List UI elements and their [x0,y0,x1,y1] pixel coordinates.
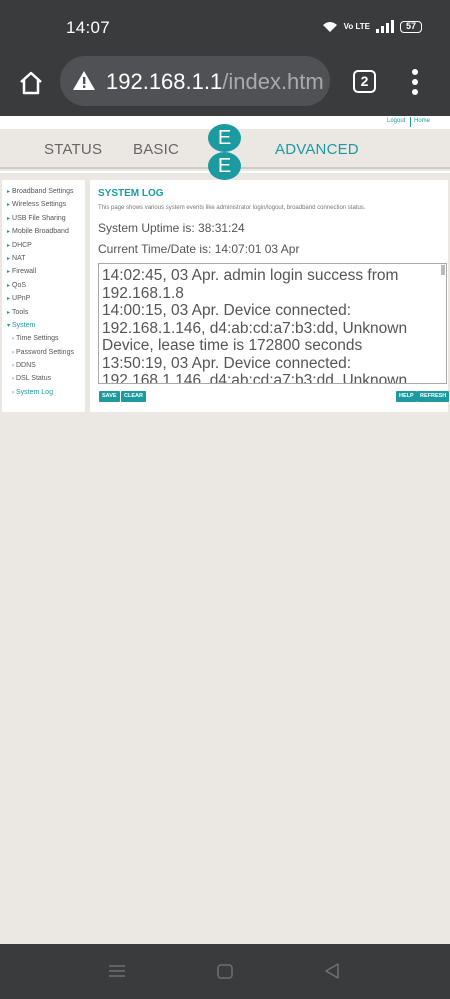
help-button[interactable]: HELP [396,391,417,402]
bullet-icon: ▸ [7,282,11,289]
sidebar-item-usb-file-sharing[interactable]: ▸ USB File Sharing [2,212,85,225]
sidebar-item-mobile-broadband[interactable]: ▸ Mobile Broadband [2,225,85,238]
page-description: This page shows various system events li… [98,205,366,211]
battery-icon: 57 [400,20,422,33]
back-icon[interactable] [324,963,340,979]
sidebar-item-password-settings[interactable]: › Password Settings [2,346,85,359]
clock: 14:07 [66,18,111,37]
address-bar[interactable]: 192.168.1.1/index.htm [60,56,330,106]
sidebar-item-ddns[interactable]: › DDNS [2,359,85,372]
volte-icon: Vo LTE [343,22,370,31]
sidebar-item-tools[interactable]: ▸ Tools [2,306,85,319]
sidebar-item-label: QoS [12,281,27,289]
sidebar-item-label: NAT [12,254,26,262]
bullet-icon: ▸ [7,215,11,222]
bullet-icon: ▸ [7,269,11,276]
status-icons: Vo LTE 57 [322,20,422,33]
warning-icon[interactable] [72,70,96,91]
url-path: /index.htm [222,69,324,94]
sidebar-item-broadband-settings[interactable]: ▸ Broadband Settings [2,185,85,198]
sidebar-menu: ▸ Broadband Settings ▸ Wireless Settings ▸… [2,180,85,412]
clear-button[interactable]: CLEAR [121,391,146,402]
chevron-right-icon: › [12,389,14,396]
sidebar-item-label: Wireless Settings [12,201,67,209]
sidebar-item-qos[interactable]: ▸ QoS [2,279,85,292]
tab-switcher-button[interactable]: 2 [353,70,376,93]
logo-top-circle: E [208,124,241,152]
system-log-panel: SYSTEM LOG This page shows various syste… [90,180,450,412]
sidebar-item-label: Mobile Broadband [12,228,69,236]
system-nav-bar [0,944,450,999]
sidebar-item-system-log[interactable]: › System Log [2,386,85,399]
chevron-right-icon: › [12,349,14,356]
log-textarea[interactable]: 14:02:45, 03 Apr. admin login success fr… [98,263,447,384]
chevron-right-icon: › [12,376,14,383]
tab-basic[interactable]: BASIC [133,141,179,158]
bullet-icon: ▸ [7,242,11,249]
sidebar-item-dsl-status[interactable]: › DSL Status [2,372,85,385]
refresh-button[interactable]: REFRESH [417,391,450,402]
sidebar-item-label: Broadband Settings [12,188,74,195]
page-title: SYSTEM LOG [98,188,164,199]
bullet-icon: ▸ [7,229,11,236]
home-button[interactable] [12,64,50,102]
recents-menu-icon[interactable] [109,964,125,978]
sidebar-item-label: Firewall [12,268,37,276]
overflow-menu-icon[interactable] [405,66,425,100]
sidebar-item-label: DDNS [16,362,36,370]
sidebar-item-label: System [12,321,36,329]
signal-icon [376,20,394,33]
sidebar-item-wireless-settings[interactable]: ▸ Wireless Settings [2,198,85,211]
bullet-icon: ▸ [7,296,11,303]
sidebar-item-system[interactable]: ▾ System [2,319,85,332]
sidebar-item-label: Password Settings [16,348,74,356]
current-time-text: Current Time/Date is: 14:07:01 03 Apr [98,242,300,256]
url-text[interactable]: 192.168.1.1/index.htm [106,69,324,95]
bullet-icon: ▸ [7,255,11,262]
uptime-text: System Uptime is: 38:31:24 [98,221,245,235]
router-page: Logout Home STATUS BASIC ADVANCED E E ▸ B… [0,116,450,944]
bullet-icon: ▾ [7,322,11,329]
url-host: 192.168.1.1 [106,69,223,94]
link-divider [410,117,411,127]
save-button[interactable]: SAVE [99,391,120,402]
tab-status[interactable]: STATUS [44,141,102,158]
log-text: 14:02:45, 03 Apr. admin login success fr… [99,264,446,384]
log-line: 14:00:15, 03 Apr. Device connected: 192.… [102,302,408,354]
sidebar-item-label: USB File Sharing [12,214,66,222]
bullet-icon: ▸ [7,202,11,209]
home-square-icon[interactable] [217,964,233,979]
sidebar-item-label: DSL Status [16,375,52,383]
wifi-icon [322,21,337,32]
sidebar-item-dhcp[interactable]: ▸ DHCP [2,239,85,252]
sidebar-item-time-settings[interactable]: › Time Settings [2,332,85,345]
sidebar-item-firewall[interactable]: ▸ Firewall [2,265,85,278]
scrollbar[interactable] [441,265,445,275]
bullet-icon: ▸ [7,189,11,195]
home-link[interactable]: Home [414,118,430,124]
sidebar-item-label: System Log [16,388,53,396]
sidebar-item-nat[interactable]: ▸ NAT [2,252,85,265]
log-line: 14:02:45, 03 Apr. admin login success fr… [102,267,399,302]
sidebar-item-label: Time Settings [16,335,59,343]
logout-link[interactable]: Logout [387,118,405,124]
browser-toolbar: 192.168.1.1/index.htm 2 [0,52,450,116]
chevron-right-icon: › [12,363,14,370]
sidebar-item-label: DHCP [12,241,32,249]
home-icon [20,71,42,95]
sidebar-item-upnp[interactable]: ▸ UPnP [2,292,85,305]
sidebar-item-label: UPnP [12,295,31,303]
logo-bottom-circle: E [208,152,241,180]
bullet-icon: ▸ [7,309,11,316]
log-line: 13:50:19, 03 Apr. Device connected: 192.… [102,354,408,384]
status-bar: 14:07 Vo LTE 57 [0,0,450,52]
tab-advanced[interactable]: ADVANCED [275,141,359,158]
ee-logo[interactable]: E E [208,124,241,180]
sidebar-item-label: Tools [12,308,29,316]
chevron-right-icon: › [12,336,14,343]
